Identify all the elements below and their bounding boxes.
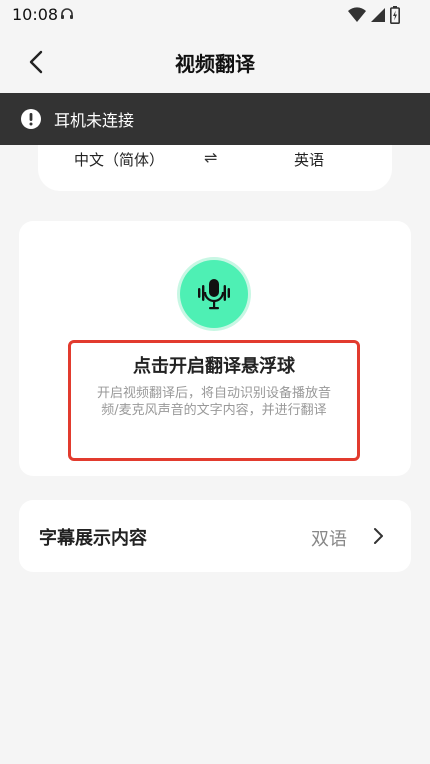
floating-ball-title: 点击开启翻译悬浮球 xyxy=(133,356,295,377)
banner-text: 耳机未连接 xyxy=(54,111,135,130)
headset-icon xyxy=(61,8,73,19)
language-selector: 中文（简体） ⇌ 英语 xyxy=(38,145,392,191)
floating-ball-description: 开启视频翻译后，将自动识别设备播放音频/麦克风声音的文字内容，并进行翻译 xyxy=(96,386,331,418)
source-language[interactable]: 中文（简体） xyxy=(74,149,164,170)
status-time: 10:08 xyxy=(12,5,59,24)
target-language[interactable]: 英语 xyxy=(294,149,324,170)
microphone-icon xyxy=(198,279,230,310)
chevron-right-icon xyxy=(374,528,383,544)
subtitle-content-setting[interactable]: 字幕展示内容 双语 xyxy=(19,500,411,572)
headset-warning-banner: 耳机未连接 xyxy=(0,93,430,145)
subtitle-setting-label: 字幕展示内容 xyxy=(39,528,147,549)
wifi-icon xyxy=(348,7,366,23)
exclamation-icon xyxy=(21,109,41,129)
status-bar: 10:08 xyxy=(0,0,430,30)
page-title: 视频翻译 xyxy=(175,52,255,76)
microphone-button[interactable] xyxy=(180,260,248,328)
subtitle-setting-value: 双语 xyxy=(311,529,347,550)
status-icons xyxy=(348,6,400,24)
signal-icon xyxy=(371,8,385,22)
enable-floating-ball-button[interactable]: 点击开启翻译悬浮球 开启视频翻译后，将自动识别设备播放音频/麦克风声音的文字内容… xyxy=(68,340,360,461)
battery-icon xyxy=(390,6,400,24)
header: 视频翻译 xyxy=(0,30,430,92)
swap-language-icon[interactable]: ⇌ xyxy=(204,148,217,167)
translation-card: 点击开启翻译悬浮球 开启视频翻译后，将自动识别设备播放音频/麦克风声音的文字内容… xyxy=(19,221,411,476)
